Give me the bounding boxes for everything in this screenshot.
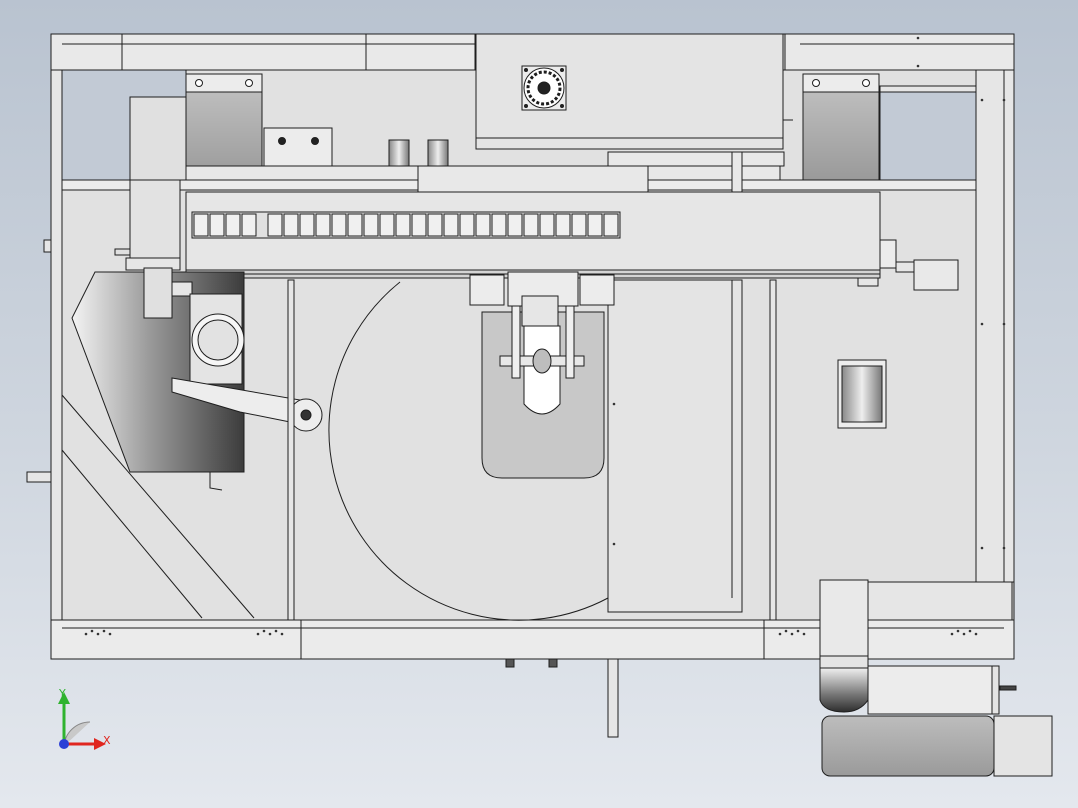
fan-icon (521, 65, 567, 111)
outfeed-assembly (819, 579, 1053, 777)
cable-drag-chain (191, 211, 621, 239)
z-axis-origin (59, 739, 69, 749)
tool-head (469, 271, 615, 479)
cad-viewport[interactable]: Y X (0, 0, 1078, 808)
x-axis-label: X (103, 734, 111, 747)
vent-panel (837, 359, 887, 429)
y-axis-label: Y (58, 687, 66, 700)
coordinate-triad: Y X (58, 687, 111, 750)
